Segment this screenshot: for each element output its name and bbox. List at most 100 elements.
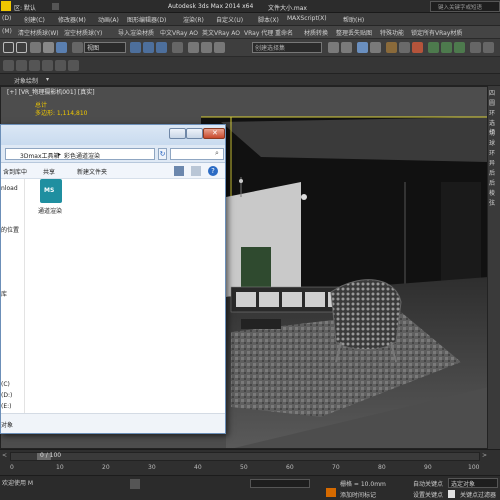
set-key-label[interactable]: 设置关键点 [413, 490, 443, 499]
menu-item-animation[interactable]: 动画(A) [98, 15, 119, 24]
command-panel-item[interactable]: 弦 [489, 198, 495, 207]
render-setup-icon[interactable] [428, 42, 439, 53]
nav-item[interactable]: (D:) [1, 392, 12, 399]
key-icon[interactable] [448, 490, 455, 498]
key-filters-button[interactable]: 关键点过滤器 [460, 490, 496, 499]
redo-icon[interactable] [16, 42, 27, 53]
command-panel-item[interactable]: 后 [489, 178, 495, 187]
search-field[interactable]: 键入关键字或短语 [430, 1, 500, 12]
move-icon[interactable] [130, 42, 141, 53]
breadcrumb-item[interactable]: 彩色通道渲染 [64, 151, 100, 160]
coord-x-field[interactable] [250, 479, 310, 488]
ribbon-icon[interactable] [68, 60, 79, 71]
menu-item-help[interactable]: 帮助(H) [343, 15, 364, 24]
toolbar-icon[interactable] [483, 42, 494, 53]
curve-editor-icon[interactable] [386, 42, 397, 53]
pivot-icon[interactable] [172, 42, 183, 53]
nav-item[interactable]: (E:) [1, 403, 12, 410]
angle-snap-icon[interactable] [201, 42, 212, 53]
toolbar-icon[interactable] [470, 42, 481, 53]
command-panel-item[interactable]: 后 [489, 168, 495, 177]
timeline-next-icon[interactable]: > [482, 452, 487, 459]
reset-material-slots-button[interactable]: 渲空材质球(Y) [64, 28, 102, 37]
timeline-ruler[interactable]: 0 10 20 30 40 50 60 70 80 90 100 [0, 463, 500, 475]
command-panel-item[interactable]: 球 [489, 138, 495, 147]
material-convert-button[interactable]: 材质转换 [304, 28, 328, 37]
command-panel-item[interactable]: 异 [489, 158, 495, 167]
command-panel-item[interactable]: 圆 [489, 98, 495, 107]
lock-vray-materials-button[interactable]: 锁定所有VRay材质 [411, 28, 462, 37]
material-editor-icon[interactable] [412, 42, 423, 53]
breadcrumb-item[interactable]: 3Dmax工具箱 [20, 151, 60, 160]
add-time-tag[interactable]: 添加时间标记 [340, 490, 376, 499]
include-in-library-button[interactable]: 含到库中 [3, 167, 27, 176]
command-panel-item[interactable]: 棱 [489, 188, 495, 197]
menu-item-modifiers[interactable]: 修改器(M) [58, 15, 86, 24]
close-button[interactable]: ✕ [203, 128, 225, 139]
time-slider[interactable] [10, 452, 480, 461]
scale-icon[interactable] [156, 42, 167, 53]
menu-item-customize[interactable]: 自定义(U) [216, 15, 243, 24]
lock-selection-icon[interactable] [130, 479, 140, 489]
rename-button[interactable]: 重命名 [275, 28, 293, 37]
import-render-material-button[interactable]: 导入渲染材质 [118, 28, 154, 37]
clear-material-slots-button[interactable]: 清空材质球(W) [18, 28, 59, 37]
nav-item[interactable]: (C) [1, 381, 10, 388]
selected-dropdown[interactable]: 选定对象 [448, 478, 498, 488]
mirror-icon[interactable] [328, 42, 339, 53]
align-icon[interactable] [341, 42, 352, 53]
nav-item[interactable]: nload [1, 185, 18, 192]
minimize-button[interactable] [169, 128, 186, 139]
ribbon-icon[interactable] [16, 60, 27, 71]
selection-set-dropdown[interactable]: 创建选择集 [252, 42, 322, 53]
menu-item[interactable]: (D) [2, 15, 11, 22]
vray-proxy-button[interactable]: VRay 代理 [244, 28, 273, 37]
ribbon-icon[interactable] [3, 60, 14, 71]
special-functions-button[interactable]: 特殊功能 [380, 28, 404, 37]
undo-icon[interactable] [3, 42, 14, 53]
rendered-frame-icon[interactable] [441, 42, 452, 53]
ribbon-icon[interactable] [55, 60, 66, 71]
ribbon-icon[interactable] [42, 60, 53, 71]
workspace-label[interactable]: 区: 默认 [14, 3, 36, 12]
menu-item-rendering[interactable]: 渲染(R) [183, 15, 204, 24]
fix-missing-maps-button[interactable]: 整理丢失贴图 [336, 28, 372, 37]
view-options-icon[interactable] [174, 166, 184, 176]
timeline-prev-icon[interactable]: < [2, 452, 7, 459]
viewport-label[interactable]: [+] [VR_物理摄影机001] [真实] [7, 87, 95, 96]
rotate-icon[interactable] [143, 42, 154, 53]
select-object-icon[interactable] [72, 42, 83, 53]
address-bar[interactable]: 3Dmax工具箱 ▸ 彩色通道渲染 ↻ ⌕ [1, 145, 225, 163]
file-item[interactable]: MS 通道渲染 [34, 179, 68, 219]
percent-snap-icon[interactable] [214, 42, 225, 53]
unlink-icon[interactable] [43, 42, 54, 53]
view-dropdown[interactable]: 视图 [84, 42, 126, 53]
new-folder-button[interactable]: 新建文件夹 [77, 167, 107, 176]
object-paint-tab[interactable]: 对象绘制 [14, 76, 38, 85]
nav-item[interactable]: 的位置 [1, 225, 19, 234]
bind-space-warp-icon[interactable] [56, 42, 67, 53]
ribbon-arrow-icon[interactable]: ▾ [46, 76, 49, 83]
menu-item-create[interactable]: 创建(C) [24, 15, 45, 24]
help-icon[interactable]: ? [208, 166, 218, 176]
menu-item-graph-editors[interactable]: 图形编辑器(D) [127, 15, 166, 24]
render-production-icon[interactable] [454, 42, 465, 53]
search-explorer-input[interactable]: ⌕ [170, 148, 224, 160]
command-panel-item[interactable]: 四 [489, 88, 495, 97]
maximize-button[interactable] [186, 128, 203, 139]
auto-key-label[interactable]: 自动关键点 [413, 479, 443, 488]
time-config-icon[interactable] [326, 488, 336, 497]
graphite-icon[interactable] [370, 42, 381, 53]
app-logo-icon[interactable] [1, 1, 11, 11]
cn-vray-ao-button[interactable]: 中文VRay AO [160, 28, 198, 37]
breadcrumb[interactable]: 3Dmax工具箱 ▸ 彩色通道渲染 [5, 148, 155, 160]
ribbon-icon[interactable] [29, 60, 40, 71]
command-panel-item[interactable]: 切 [489, 128, 495, 137]
command-panel-item[interactable]: 环 [489, 108, 495, 117]
schematic-view-icon[interactable] [399, 42, 410, 53]
preview-pane-icon[interactable] [191, 166, 201, 176]
toolbar-item[interactable]: (M) [2, 28, 12, 35]
en-vray-ao-button[interactable]: 英文VRay AO [202, 28, 240, 37]
select-link-icon[interactable] [30, 42, 41, 53]
menu-item-maxscript[interactable]: MAXScript(X) [287, 15, 327, 22]
